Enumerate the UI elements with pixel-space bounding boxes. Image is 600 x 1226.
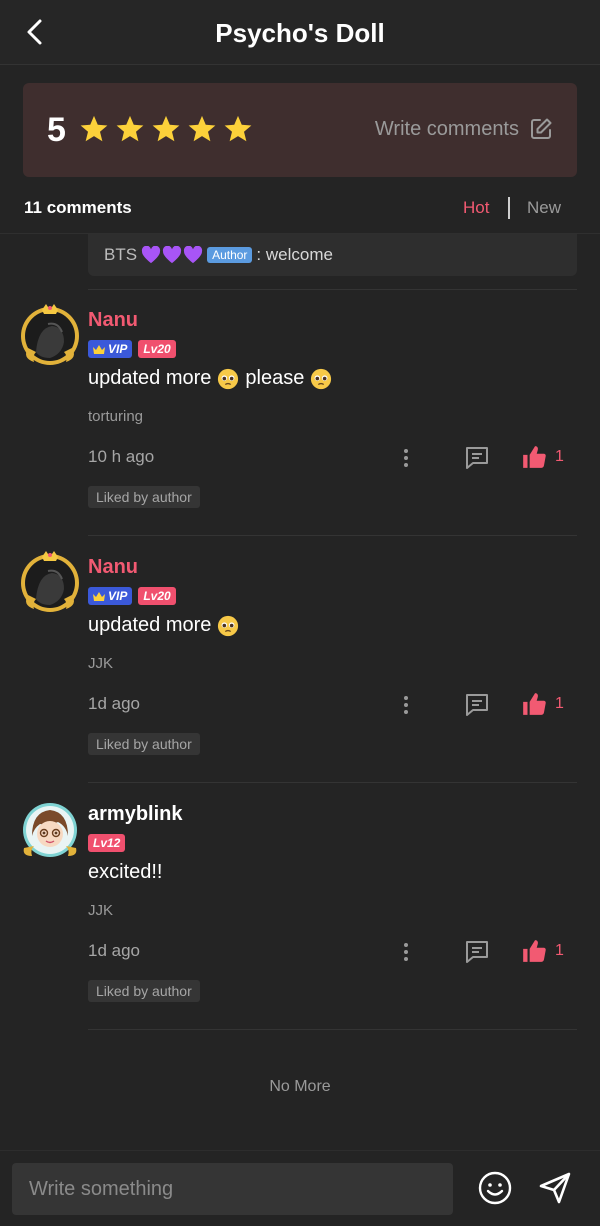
sort-divider	[508, 197, 510, 219]
crown-icon	[93, 591, 105, 601]
divider	[88, 535, 577, 536]
comments-count: 11 comments	[24, 198, 132, 217]
divider	[88, 1029, 577, 1030]
username[interactable]: Nanu	[88, 309, 138, 332]
comments-toolbar: 11 comments Hot New	[0, 190, 600, 234]
book-tag[interactable]: JJK	[88, 655, 113, 672]
level-badge: Lv12	[88, 834, 126, 852]
emoji-icon[interactable]	[477, 1170, 513, 1206]
purple-hearts	[141, 246, 203, 264]
star-rating	[79, 114, 253, 144]
purple-heart-icon	[183, 246, 203, 264]
book-tag[interactable]: torturing	[88, 408, 143, 425]
username[interactable]: armyblink	[88, 803, 182, 826]
user-avatar[interactable]	[18, 796, 82, 860]
comment-text-part: updated more	[88, 367, 212, 389]
author-reply-preview[interactable]: BTS Author : welcome	[88, 234, 577, 276]
more-vertical-icon	[404, 696, 408, 714]
more-vertical-icon	[404, 449, 408, 467]
sort-hot-tab[interactable]: Hot	[463, 198, 489, 218]
comment-input-bar	[0, 1150, 600, 1226]
like-count: 1	[555, 695, 564, 712]
reply-icon[interactable]	[463, 444, 491, 472]
comment-input[interactable]	[12, 1163, 453, 1215]
like-button[interactable]: 1	[521, 444, 564, 470]
edit-icon	[531, 118, 552, 139]
like-count: 1	[555, 448, 564, 465]
rating-panel: 5 Write comments	[23, 83, 577, 177]
thumbs-up-icon	[523, 693, 546, 715]
comment-text-part: updated more	[88, 614, 212, 636]
pleading-face-icon	[218, 615, 239, 636]
star-icon	[116, 115, 144, 142]
user-badges: Lv12	[88, 834, 126, 852]
vip-label: VIP	[108, 589, 128, 603]
comment-text-part: excited!!	[88, 861, 163, 883]
user-badges: VIP Lv20	[88, 587, 176, 605]
level-badge: Lv20	[138, 340, 176, 358]
vip-badge: VIP	[88, 587, 133, 605]
comment-text-part: please	[245, 367, 305, 389]
comment-item: Nanu VIP Lv20 updated more JJK 1d ago 1 …	[0, 537, 600, 777]
user-avatar[interactable]	[18, 549, 82, 613]
like-count: 1	[555, 942, 564, 959]
more-vertical-icon	[404, 943, 408, 961]
comment-text: excited!!	[88, 861, 162, 884]
like-button[interactable]: 1	[521, 938, 564, 964]
star-icon	[188, 115, 216, 142]
comment-item: Nanu VIP Lv20 updated more please tortur…	[0, 290, 600, 530]
author-badge: Author	[207, 247, 253, 263]
comment-time: 1d ago	[88, 694, 140, 713]
thumbs-up-icon	[523, 940, 546, 962]
username[interactable]: Nanu	[88, 556, 138, 579]
reply-username: BTS	[104, 245, 138, 264]
pleading-face-icon	[311, 368, 332, 389]
reply-icon[interactable]	[463, 938, 491, 966]
write-comments-label: Write comments	[374, 117, 519, 140]
write-comments-button[interactable]: Write comments	[375, 117, 553, 141]
vip-badge: VIP	[88, 340, 133, 358]
purple-heart-icon	[162, 246, 182, 264]
more-options-button[interactable]	[396, 692, 416, 718]
thumbs-up-icon	[523, 446, 546, 468]
more-options-button[interactable]	[396, 445, 416, 471]
page-title: Psycho's Doll	[215, 18, 385, 48]
user-badges: VIP Lv20	[88, 340, 176, 358]
purple-heart-icon	[141, 246, 161, 264]
comment-text: updated more please	[88, 367, 332, 390]
star-icon	[152, 115, 180, 142]
level-badge: Lv20	[138, 587, 176, 605]
star-icon	[224, 115, 252, 142]
more-options-button[interactable]	[396, 939, 416, 965]
comment-time: 10 h ago	[88, 447, 155, 466]
liked-by-author-tag: Liked by author	[88, 733, 200, 755]
comment-time: 1d ago	[88, 941, 140, 960]
book-tag[interactable]: JJK	[88, 902, 113, 919]
user-avatar[interactable]	[18, 302, 82, 366]
crown-icon	[93, 344, 105, 354]
comment-text: updated more	[88, 614, 239, 637]
divider	[88, 782, 577, 783]
rating-score: 5	[47, 111, 66, 149]
app-header: Psycho's Doll	[0, 0, 600, 65]
liked-by-author-tag: Liked by author	[88, 486, 200, 508]
no-more-label: No More	[269, 1078, 331, 1095]
reply-text: : welcome	[256, 245, 333, 264]
star-icon	[80, 115, 108, 142]
reply-icon[interactable]	[463, 691, 491, 719]
pleading-face-icon	[218, 368, 239, 389]
like-button[interactable]: 1	[521, 691, 564, 717]
sort-new-tab[interactable]: New	[527, 198, 561, 218]
vip-label: VIP	[108, 342, 128, 356]
comment-item: armyblink Lv12 excited!! JJK 1d ago 1 Li…	[0, 784, 600, 1024]
liked-by-author-tag: Liked by author	[88, 980, 200, 1002]
send-icon[interactable]	[537, 1170, 573, 1206]
